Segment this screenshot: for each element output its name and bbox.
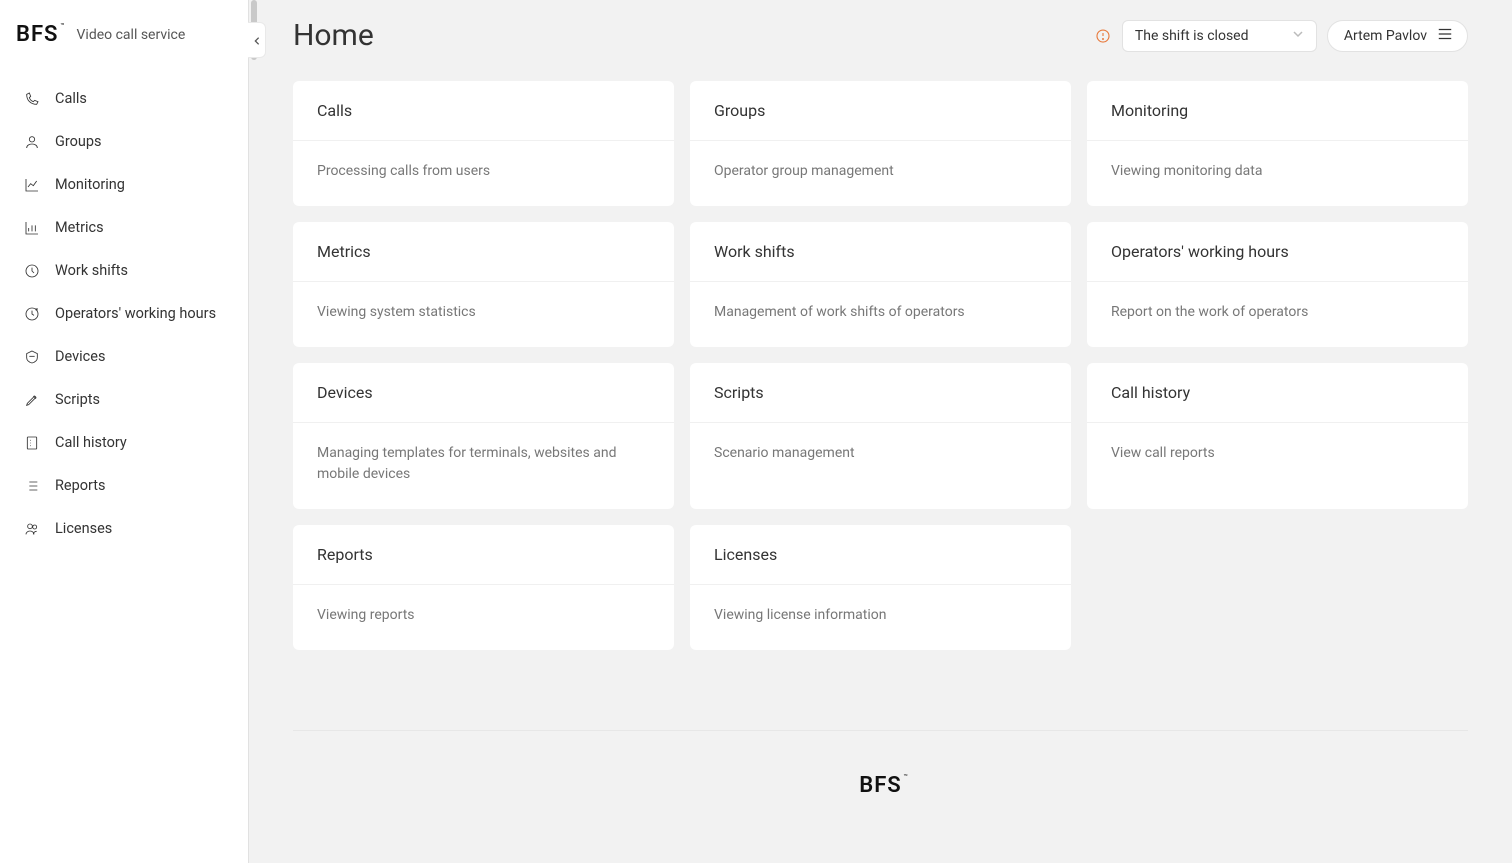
card-title: Operators' working hours xyxy=(1087,222,1468,282)
card-title: Work shifts xyxy=(690,222,1071,282)
card-title: Calls xyxy=(293,81,674,141)
clock-plus-icon xyxy=(24,306,40,322)
phone-icon xyxy=(24,91,40,107)
sidebar-item-scripts[interactable]: Scripts xyxy=(0,378,248,421)
card-calls[interactable]: Calls Processing calls from users xyxy=(293,81,674,206)
card-devices[interactable]: Devices Managing templates for terminals… xyxy=(293,363,674,509)
card-desc: Viewing license information xyxy=(690,585,1071,650)
chevron-left-icon xyxy=(252,31,262,50)
chevron-down-icon xyxy=(1292,28,1304,44)
card-title: Licenses xyxy=(690,525,1071,585)
card-title: Metrics xyxy=(293,222,674,282)
sidebar-item-label: Reports xyxy=(55,477,106,494)
card-desc: Processing calls from users xyxy=(293,141,674,206)
page-icon xyxy=(24,435,40,451)
main-content: Home The shift is closed Artem Pavlov Ca… xyxy=(248,0,1512,863)
shift-status-label: The shift is closed xyxy=(1135,28,1249,44)
card-title: Reports xyxy=(293,525,674,585)
sidebar-item-label: Monitoring xyxy=(55,176,125,193)
card-desc: Operator group management xyxy=(690,141,1071,206)
topbar: Home The shift is closed Artem Pavlov xyxy=(249,0,1512,71)
card-desc: Viewing reports xyxy=(293,585,674,650)
card-desc: Report on the work of operators xyxy=(1087,282,1468,347)
sidebar-item-label: Operators' working hours xyxy=(55,305,216,322)
footer-logo: BFS xyxy=(859,773,902,798)
card-title: Scripts xyxy=(690,363,1071,423)
card-metrics[interactable]: Metrics Viewing system statistics xyxy=(293,222,674,347)
users-icon xyxy=(24,521,40,537)
menu-icon xyxy=(1437,27,1453,45)
sidebar-item-reports[interactable]: Reports xyxy=(0,464,248,507)
sidebar-item-label: Calls xyxy=(55,90,87,107)
card-title: Devices xyxy=(293,363,674,423)
card-desc: Viewing monitoring data xyxy=(1087,141,1468,206)
card-scripts[interactable]: Scripts Scenario management xyxy=(690,363,1071,509)
card-desc: View call reports xyxy=(1087,423,1468,488)
user-menu-button[interactable]: Artem Pavlov xyxy=(1327,20,1468,52)
sidebar-item-label: Work shifts xyxy=(55,262,128,279)
card-title: Monitoring xyxy=(1087,81,1468,141)
pen-icon xyxy=(24,392,40,408)
shift-status-icon xyxy=(1094,27,1112,45)
sidebar-item-label: Call history xyxy=(55,434,127,451)
sidebar-item-label: Scripts xyxy=(55,391,100,408)
sidebar-nav: Calls Groups Monitoring Metrics Work shi… xyxy=(0,69,248,558)
user-name: Artem Pavlov xyxy=(1344,28,1427,44)
card-desc: Management of work shifts of operators xyxy=(690,282,1071,347)
clock-icon xyxy=(24,263,40,279)
card-call-history[interactable]: Call history View call reports xyxy=(1087,363,1468,509)
sidebar-item-call-history[interactable]: Call history xyxy=(0,421,248,464)
topbar-right: The shift is closed Artem Pavlov xyxy=(1094,20,1468,52)
service-name: Video call service xyxy=(77,27,186,43)
chart-bar-icon xyxy=(24,220,40,236)
sidebar-item-work-shifts[interactable]: Work shifts xyxy=(0,249,248,292)
sidebar-item-label: Licenses xyxy=(55,520,112,537)
sidebar-item-label: Groups xyxy=(55,133,102,150)
sidebar-item-devices[interactable]: Devices xyxy=(0,335,248,378)
cards-grid: Calls Processing calls from users Groups… xyxy=(249,71,1512,680)
user-icon xyxy=(24,134,40,150)
card-groups[interactable]: Groups Operator group management xyxy=(690,81,1071,206)
chart-line-icon xyxy=(24,177,40,193)
card-monitoring[interactable]: Monitoring Viewing monitoring data xyxy=(1087,81,1468,206)
sidebar-item-groups[interactable]: Groups xyxy=(0,120,248,163)
sidebar-collapse-button[interactable] xyxy=(248,22,266,58)
card-desc: Scenario management xyxy=(690,423,1071,488)
shift-status-select[interactable]: The shift is closed xyxy=(1122,20,1317,52)
card-operators-hours[interactable]: Operators' working hours Report on the w… xyxy=(1087,222,1468,347)
sidebar-header: BFS Video call service xyxy=(0,0,248,69)
card-desc: Managing templates for terminals, websit… xyxy=(293,423,674,509)
sidebar-item-label: Metrics xyxy=(55,219,104,236)
brand-logo: BFS xyxy=(16,22,59,47)
card-title: Call history xyxy=(1087,363,1468,423)
card-work-shifts[interactable]: Work shifts Management of work shifts of… xyxy=(690,222,1071,347)
sidebar-item-monitoring[interactable]: Monitoring xyxy=(0,163,248,206)
footer: BFS xyxy=(293,730,1468,840)
sidebar-item-licenses[interactable]: Licenses xyxy=(0,507,248,550)
sidebar-item-label: Devices xyxy=(55,348,105,365)
list-icon xyxy=(24,478,40,494)
sidebar: BFS Video call service Calls Groups Moni… xyxy=(0,0,248,863)
page-title: Home xyxy=(293,18,374,53)
card-licenses[interactable]: Licenses Viewing license information xyxy=(690,525,1071,650)
sidebar-item-calls[interactable]: Calls xyxy=(0,77,248,120)
card-reports[interactable]: Reports Viewing reports xyxy=(293,525,674,650)
sidebar-item-metrics[interactable]: Metrics xyxy=(0,206,248,249)
sidebar-item-operators-hours[interactable]: Operators' working hours xyxy=(0,292,248,335)
terminal-icon xyxy=(24,349,40,365)
card-title: Groups xyxy=(690,81,1071,141)
card-desc: Viewing system statistics xyxy=(293,282,674,347)
